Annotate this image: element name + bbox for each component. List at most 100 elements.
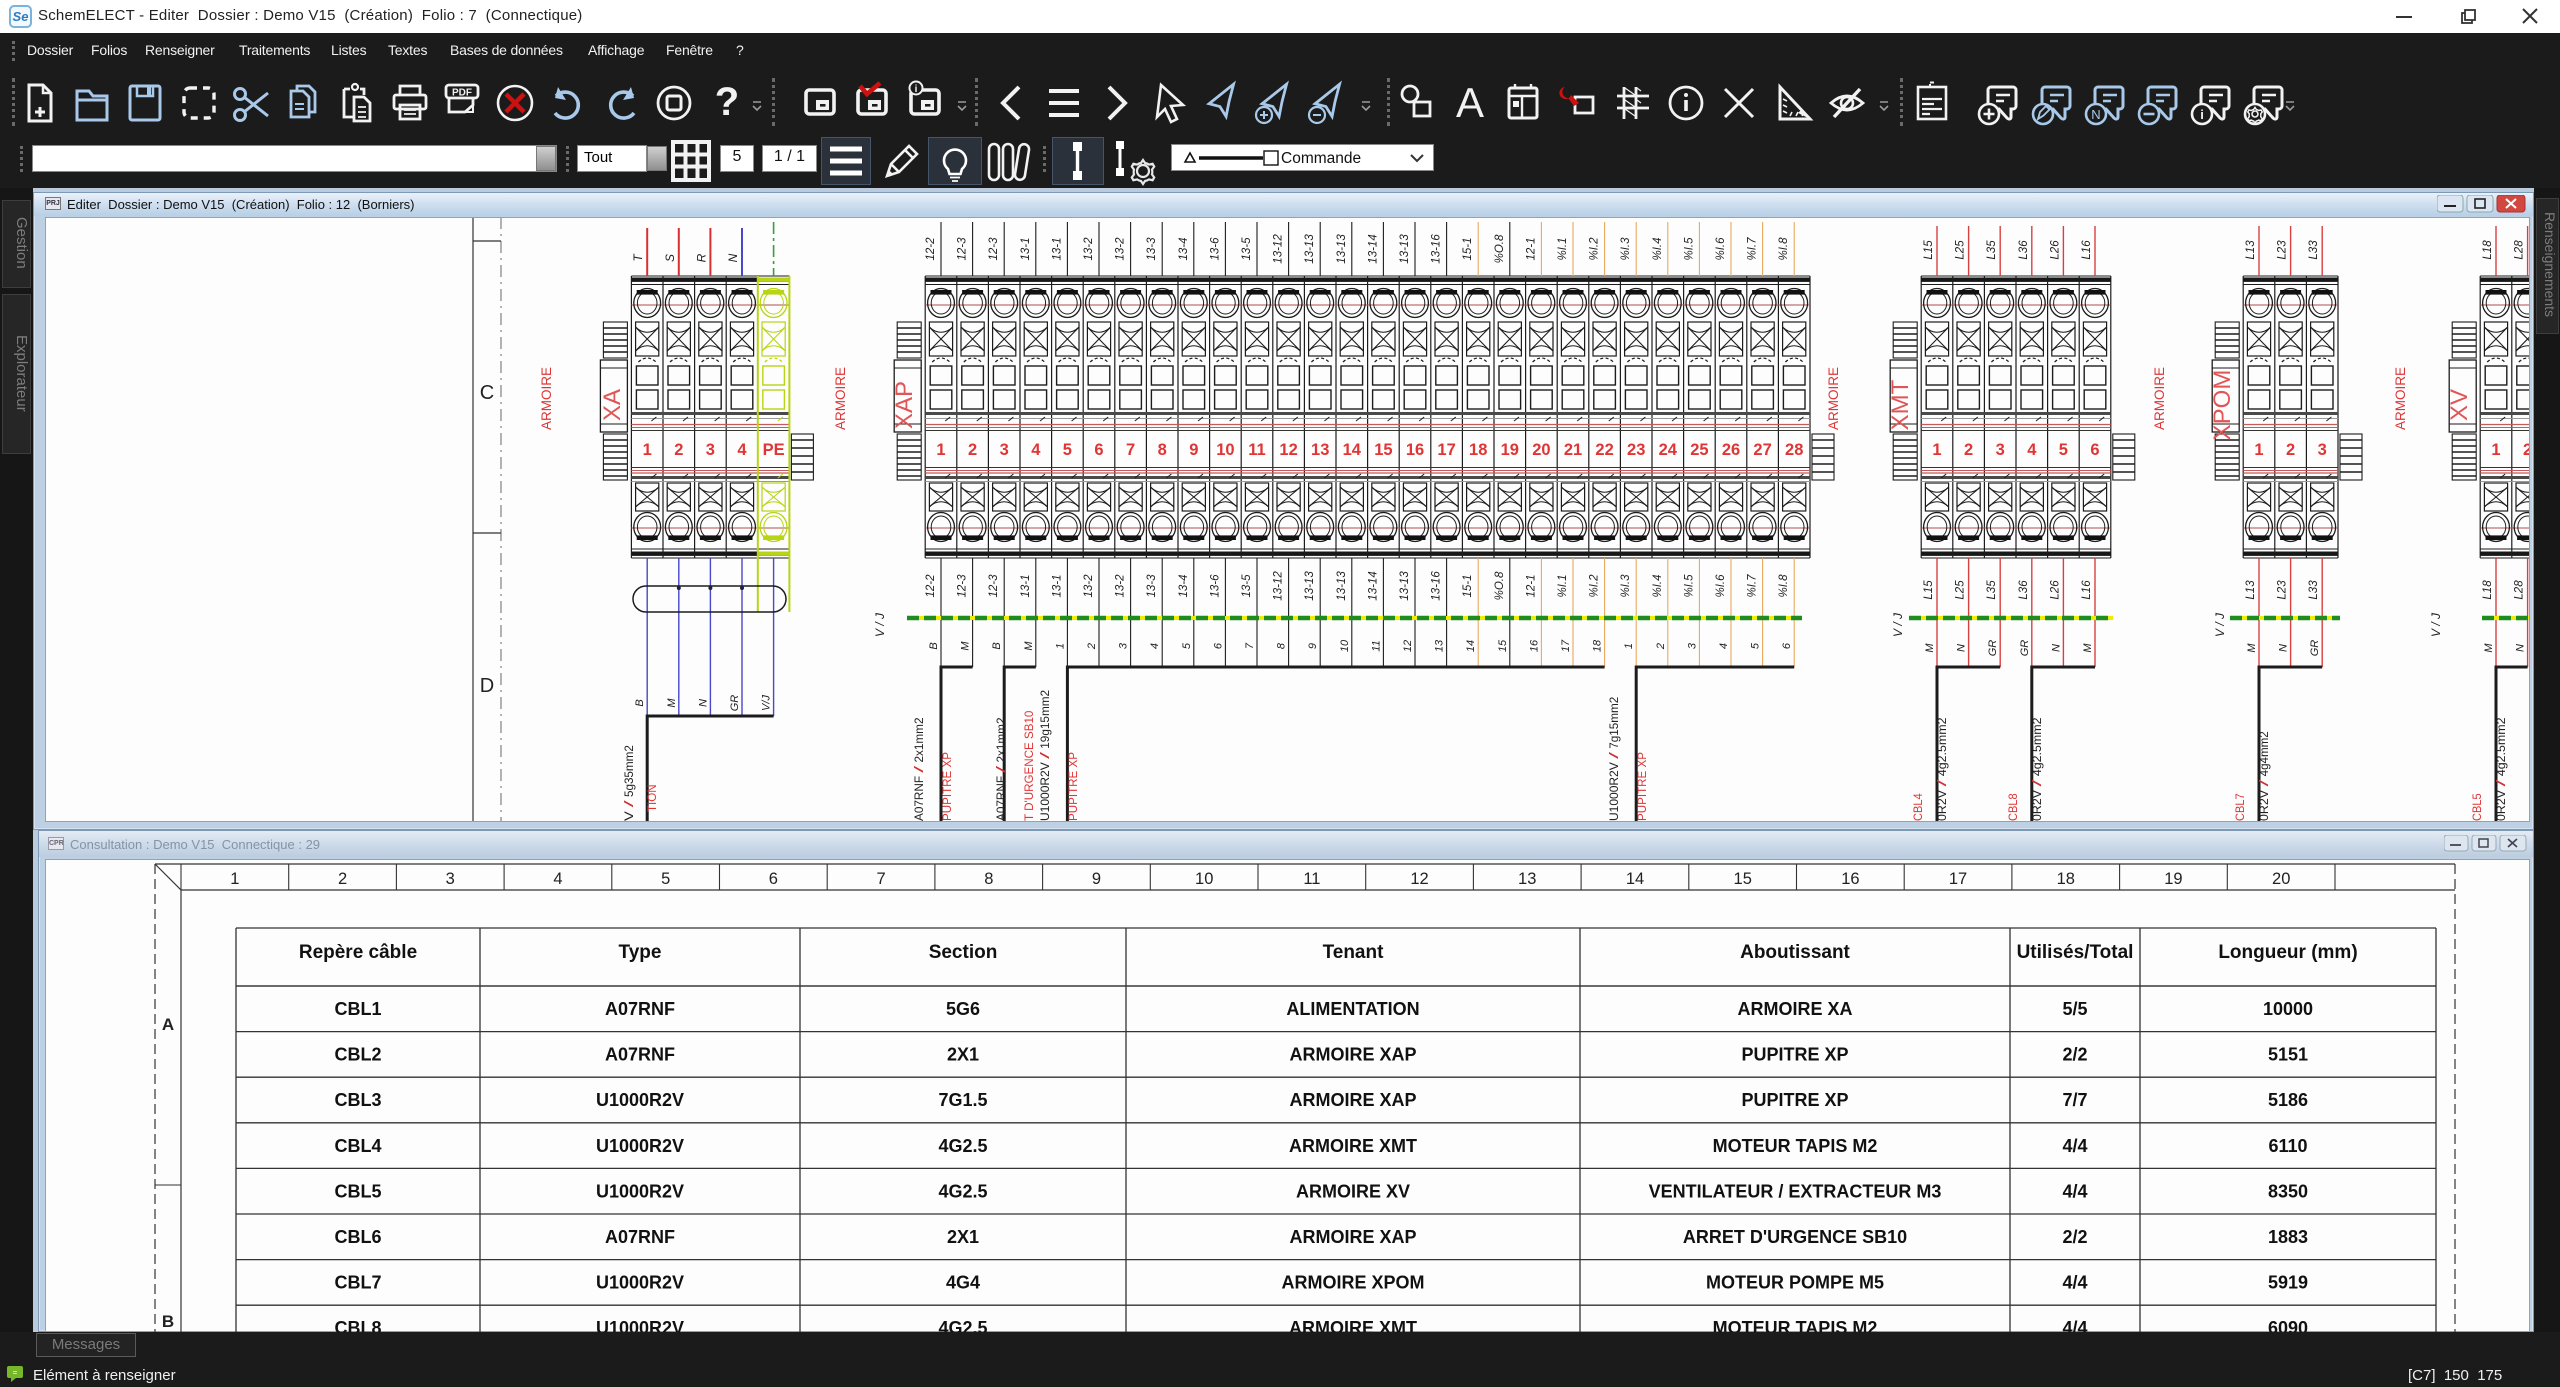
svg-text:13-6: 13-6 <box>1209 574 1221 598</box>
svg-text:13-5: 13-5 <box>1241 574 1253 598</box>
svg-text:13-13: 13-13 <box>1304 234 1316 264</box>
svg-text:18: 18 <box>1469 441 1487 459</box>
svg-text:6: 6 <box>1212 642 1224 649</box>
svg-text:MOTEUR POMPE M5: MOTEUR POMPE M5 <box>1706 1273 1884 1293</box>
svg-text:4G2.5: 4G2.5 <box>938 1318 987 1332</box>
svg-text:U1000R2V: U1000R2V <box>596 1090 684 1110</box>
svg-text:2x1mm2: 2x1mm2 <box>914 718 926 766</box>
svg-text:U1000R2V: U1000R2V <box>1609 759 1621 821</box>
svg-text:2: 2 <box>338 870 347 888</box>
svg-text:12-2: 12-2 <box>925 237 937 261</box>
svg-text:L16: L16 <box>2081 580 2093 600</box>
svg-text:V / J: V / J <box>2429 612 2443 637</box>
svg-text:8350: 8350 <box>2268 1181 2308 1201</box>
svg-text:11: 11 <box>1248 441 1265 459</box>
svg-text:Utilisés/Total: Utilisés/Total <box>2017 942 2134 963</box>
svg-text:PUPITRE XP: PUPITRE XP <box>1741 1045 1848 1065</box>
svg-text:4: 4 <box>737 441 747 459</box>
svg-text:V/J: V/J <box>761 695 773 711</box>
svg-text:4: 4 <box>553 870 562 888</box>
svg-text:ARMOIRE XPOM: ARMOIRE XPOM <box>1281 1273 1424 1293</box>
svg-text:Longueur (mm): Longueur (mm) <box>2218 942 2357 963</box>
svg-text:4: 4 <box>1149 643 1161 649</box>
svg-text:0R2V: 0R2V <box>2496 787 2508 822</box>
svg-text:22: 22 <box>1595 441 1613 459</box>
svg-text:12-3: 12-3 <box>957 574 969 598</box>
svg-text:23: 23 <box>1627 441 1645 459</box>
svg-text:12: 12 <box>1279 441 1297 459</box>
svg-text:20: 20 <box>1532 441 1550 459</box>
svg-text:16: 16 <box>1841 870 1859 888</box>
svg-text:ARMOIRE: ARMOIRE <box>539 367 554 430</box>
svg-text:13-13: 13-13 <box>1336 234 1348 264</box>
svg-text:ARMOIRE XMT: ARMOIRE XMT <box>1289 1136 1417 1156</box>
svg-text:%I.6: %I.6 <box>1715 574 1727 598</box>
svg-text:13-1: 13-1 <box>1051 574 1063 597</box>
svg-text:L28: L28 <box>2514 580 2526 600</box>
svg-text:N: N <box>2050 644 2062 652</box>
svg-text:1: 1 <box>2254 441 2263 459</box>
svg-text:2: 2 <box>1086 643 1098 650</box>
svg-text:U1000R2V: U1000R2V <box>596 1273 684 1293</box>
svg-text:D: D <box>480 675 494 697</box>
svg-text:13-4: 13-4 <box>1178 237 1190 260</box>
svg-text:2: 2 <box>968 441 977 459</box>
svg-text:U1000R2V: U1000R2V <box>1040 759 1052 821</box>
svg-text:13-13: 13-13 <box>1304 571 1316 601</box>
svg-text:21: 21 <box>1564 441 1582 459</box>
svg-text:B: B <box>991 642 1003 649</box>
svg-text:6: 6 <box>1094 441 1103 459</box>
svg-text:18: 18 <box>2057 870 2075 888</box>
svg-text:A07RNF: A07RNF <box>605 999 675 1019</box>
svg-text:L28: L28 <box>2514 240 2526 260</box>
svg-text:ARMOIRE XA: ARMOIRE XA <box>1737 999 1852 1019</box>
svg-text:4: 4 <box>1718 643 1730 649</box>
svg-text:%I.3: %I.3 <box>1620 237 1632 261</box>
svg-text:2: 2 <box>674 441 683 459</box>
svg-text:2: 2 <box>1964 441 1973 459</box>
svg-text:PUPITRE XP: PUPITRE XP <box>942 752 954 821</box>
svg-text:L25: L25 <box>1955 580 1967 600</box>
svg-text:L15: L15 <box>1923 580 1935 600</box>
svg-text:5: 5 <box>1063 441 1072 459</box>
svg-text:10: 10 <box>1216 441 1234 459</box>
svg-text:20: 20 <box>2272 870 2290 888</box>
svg-text:2x1mm2: 2x1mm2 <box>996 718 1008 766</box>
svg-text:MOTEUR TAPIS M2: MOTEUR TAPIS M2 <box>1713 1318 1878 1332</box>
svg-text:R: R <box>694 253 708 262</box>
svg-text:12: 12 <box>1410 870 1428 888</box>
svg-text:Commande: Commande <box>1281 150 1361 167</box>
svg-text:7g15mm2: 7g15mm2 <box>1609 697 1621 752</box>
svg-text:13-16: 13-16 <box>1431 571 1443 601</box>
svg-text:B: B <box>928 642 940 649</box>
svg-text:11: 11 <box>1370 640 1382 651</box>
svg-text:N: N <box>2278 644 2290 652</box>
svg-text:%I.4: %I.4 <box>1652 237 1664 260</box>
svg-text:ARRET D'URGENCE SB10: ARRET D'URGENCE SB10 <box>1683 1227 1907 1247</box>
svg-text:CBL4: CBL4 <box>334 1136 381 1156</box>
svg-text:13-12: 13-12 <box>1273 571 1285 601</box>
svg-text:M: M <box>666 698 678 708</box>
svg-text:5919: 5919 <box>2268 1273 2308 1293</box>
svg-text:Repère câble: Repère câble <box>299 942 417 963</box>
svg-text:26: 26 <box>1722 441 1740 459</box>
svg-text:L18: L18 <box>2482 580 2494 600</box>
svg-text:N: N <box>726 253 740 262</box>
svg-text:14: 14 <box>1465 640 1477 652</box>
svg-text:%I.6: %I.6 <box>1715 237 1727 261</box>
svg-text:12-1: 12-1 <box>1525 574 1537 597</box>
svg-text:4/4: 4/4 <box>2062 1273 2087 1293</box>
svg-text:Tenant: Tenant <box>1323 942 1385 963</box>
svg-text:13-14: 13-14 <box>1367 571 1379 600</box>
svg-text:2/2: 2/2 <box>2062 1045 2087 1065</box>
svg-text:%O.8: %O.8 <box>1494 571 1506 600</box>
svg-text:0R2V: 0R2V <box>2032 787 2044 822</box>
svg-text:ARMOIRE XAP: ARMOIRE XAP <box>1289 1227 1416 1247</box>
svg-text:L35: L35 <box>1986 580 1998 600</box>
svg-text:3: 3 <box>1996 441 2005 459</box>
svg-text:7: 7 <box>1126 441 1135 459</box>
svg-text:13-16: 13-16 <box>1431 234 1443 264</box>
svg-text:CBL8: CBL8 <box>334 1318 381 1332</box>
svg-text:10: 10 <box>1339 639 1351 652</box>
svg-text:CBL4: CBL4 <box>1913 793 1925 821</box>
